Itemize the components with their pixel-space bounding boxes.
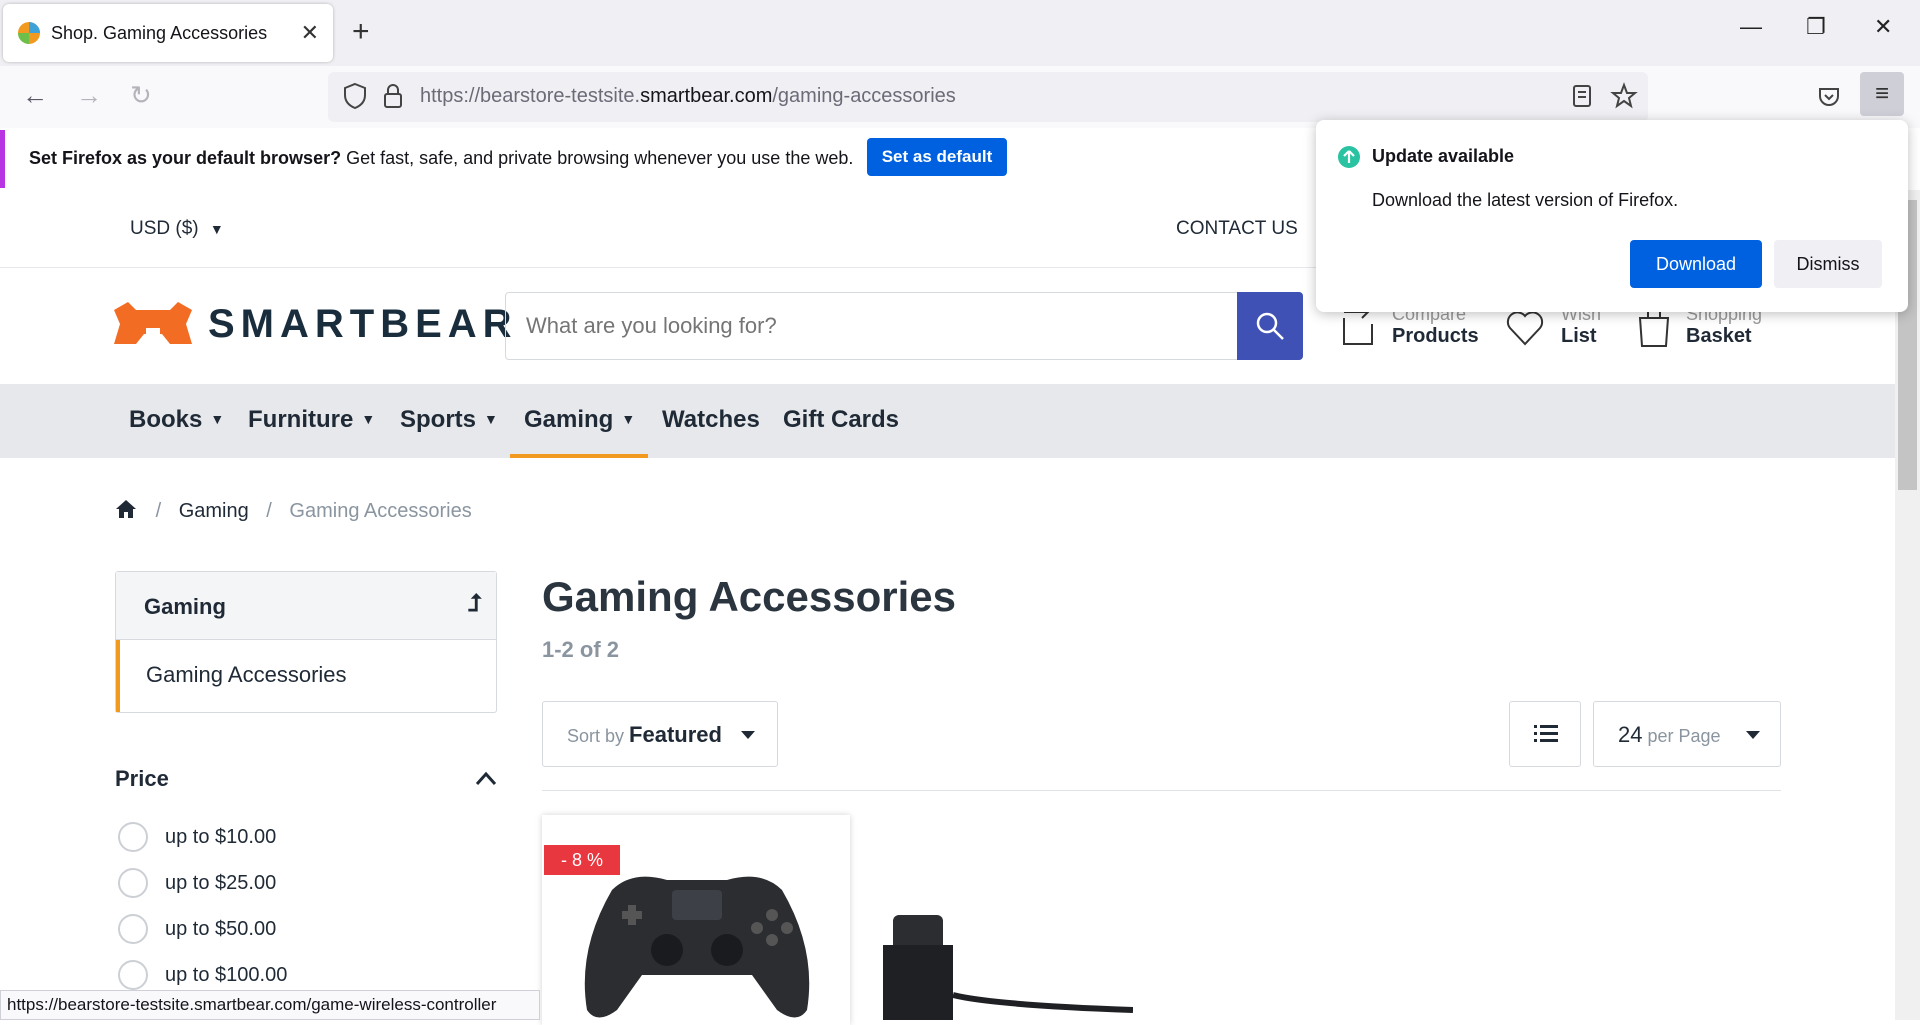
contact-us-link[interactable]: CONTACT US	[1176, 218, 1298, 240]
price-filter-title: Price	[115, 766, 169, 791]
active-menu-indicator	[510, 454, 648, 458]
tab-title: Shop. Gaming Accessories	[51, 22, 268, 43]
compare-big-label: Products	[1392, 325, 1479, 347]
result-count: 1-2 of 2	[542, 637, 620, 662]
category-box: Gaming ⮥ Gaming Accessories	[115, 571, 497, 713]
restore-icon[interactable]: ❐	[1806, 14, 1826, 40]
chevron-up-icon[interactable]	[475, 770, 497, 786]
price-filter-header[interactable]: Price	[115, 766, 497, 792]
link-status-bar: https://bearstore-testsite.smartbear.com…	[0, 990, 540, 1020]
price-radio-10[interactable]	[118, 822, 148, 852]
menu-item-furniture[interactable]: Furniture ▼	[248, 406, 375, 434]
caret-down-icon	[1746, 731, 1760, 739]
category-gaming-accessories[interactable]: Gaming Accessories	[116, 640, 496, 712]
price-label-100: up to $100.00	[165, 964, 288, 986]
site-favicon-icon	[18, 22, 40, 44]
close-tab-icon[interactable]: ✕	[301, 20, 319, 46]
per-page-dropdown[interactable]: 24 per Page	[1593, 701, 1781, 767]
search-button[interactable]	[1237, 292, 1303, 360]
level-up-icon[interactable]: ⮥	[468, 590, 482, 618]
basket-big-label: Basket	[1686, 325, 1752, 347]
chevron-down-icon: ▼	[361, 411, 376, 427]
chevron-down-icon: ▼	[209, 221, 224, 237]
breadcrumb-gaming[interactable]: Gaming	[179, 500, 249, 522]
breadcrumb: / Gaming / Gaming Accessories	[114, 498, 472, 523]
minimize-icon[interactable]: —	[1740, 14, 1762, 40]
smartbear-logo[interactable]: SMARTBEAR	[112, 300, 518, 348]
tab-bar: Shop. Gaming Accessories ✕ + — ❐ ✕	[0, 0, 1920, 66]
breadcrumb-current: Gaming Accessories	[289, 500, 472, 522]
set-default-button[interactable]: Set as default	[867, 138, 1007, 176]
reader-view-icon[interactable]	[1570, 82, 1594, 110]
menu-item-gaming[interactable]: Gaming ▼	[524, 406, 635, 434]
menu-item-watches[interactable]: Watches	[662, 406, 760, 434]
lock-icon[interactable]	[382, 82, 404, 110]
caret-down-icon	[741, 731, 755, 739]
price-radio-100[interactable]	[118, 960, 148, 990]
sort-dropdown[interactable]: Sort by Featured	[542, 701, 778, 767]
pocket-icon[interactable]	[1816, 84, 1842, 110]
chevron-down-icon: ▼	[621, 411, 636, 427]
reload-icon[interactable]: ↻	[130, 80, 152, 111]
search-icon	[1256, 312, 1284, 340]
product-card[interactable]: - 8 %	[542, 815, 850, 1025]
forward-icon[interactable]: →	[76, 80, 102, 111]
app-menu-icon[interactable]: ≡	[1860, 72, 1904, 116]
back-icon[interactable]: ←	[22, 80, 48, 111]
browser-tab[interactable]: Shop. Gaming Accessories ✕	[3, 4, 333, 62]
url-text[interactable]: https://bearstore-testsite.smartbear.com…	[420, 85, 956, 108]
update-arrow-icon	[1338, 146, 1360, 168]
price-radio-50[interactable]	[118, 914, 148, 944]
url-bar[interactable]: https://bearstore-testsite.smartbear.com…	[328, 72, 1648, 122]
controller-image[interactable]	[572, 860, 822, 1025]
download-button[interactable]: Download	[1630, 240, 1762, 288]
close-window-icon[interactable]: ✕	[1874, 14, 1892, 40]
logo-text: SMARTBEAR	[208, 301, 518, 346]
chevron-down-icon: ▼	[484, 411, 498, 427]
category-parent-label: Gaming	[144, 594, 226, 619]
wish-big-label: List	[1561, 325, 1597, 347]
per-page-value: 24	[1618, 722, 1643, 747]
price-label-10: up to $10.00	[165, 826, 277, 848]
heart-icon	[1506, 311, 1544, 346]
menu-item-gift-cards[interactable]: Gift Cards	[783, 406, 899, 434]
new-tab-icon[interactable]: +	[352, 14, 370, 50]
menu-item-books[interactable]: Books ▼	[129, 406, 224, 434]
price-radio-25[interactable]	[118, 868, 148, 898]
list-view-button[interactable]	[1509, 701, 1581, 767]
navigation-bar: ← → ↻ https://bearstore-testsite.smartbe…	[0, 66, 1920, 128]
list-view-icon	[1534, 725, 1558, 742]
tracking-shield-icon[interactable]	[342, 82, 368, 110]
main-menu: Books ▼ Furniture ▼ Sports ▼ Gaming ▼ Watche…	[0, 384, 1895, 458]
currency-selector[interactable]: USD ($) ▼	[130, 218, 224, 240]
page-title: Gaming Accessories	[542, 573, 956, 620]
default-browser-infobar: Set Firefox as your default browser? Get…	[0, 130, 1320, 188]
infobar-message: Set Firefox as your default browser? Get…	[29, 148, 854, 168]
update-message: Download the latest version of Firefox.	[1372, 190, 1679, 210]
search-box	[505, 292, 1303, 360]
price-label-50: up to $50.00	[165, 918, 277, 940]
chevron-down-icon: ▼	[210, 411, 225, 427]
toolbar-divider	[542, 790, 1781, 791]
sort-value: Featured	[629, 722, 722, 747]
menu-item-sports[interactable]: Sports ▼	[400, 406, 498, 434]
breadcrumb-separator: /	[155, 500, 162, 522]
update-popup: Update available Download the latest ver…	[1316, 120, 1908, 312]
search-input[interactable]	[526, 307, 1206, 345]
camera-product-image[interactable]	[873, 905, 1133, 1020]
basket-icon	[1638, 306, 1670, 347]
update-title: Update available	[1372, 146, 1515, 166]
dismiss-button[interactable]: Dismiss	[1774, 240, 1882, 288]
per-page-suffix: per Page	[1647, 726, 1721, 746]
price-label-25: up to $25.00	[165, 872, 277, 894]
bookmark-star-icon[interactable]	[1610, 82, 1638, 110]
home-icon[interactable]	[114, 498, 138, 520]
breadcrumb-separator: /	[266, 500, 272, 522]
category-parent[interactable]: Gaming ⮥	[116, 572, 496, 640]
bear-logo-icon	[114, 302, 192, 344]
sort-prefix: Sort by	[567, 726, 625, 746]
